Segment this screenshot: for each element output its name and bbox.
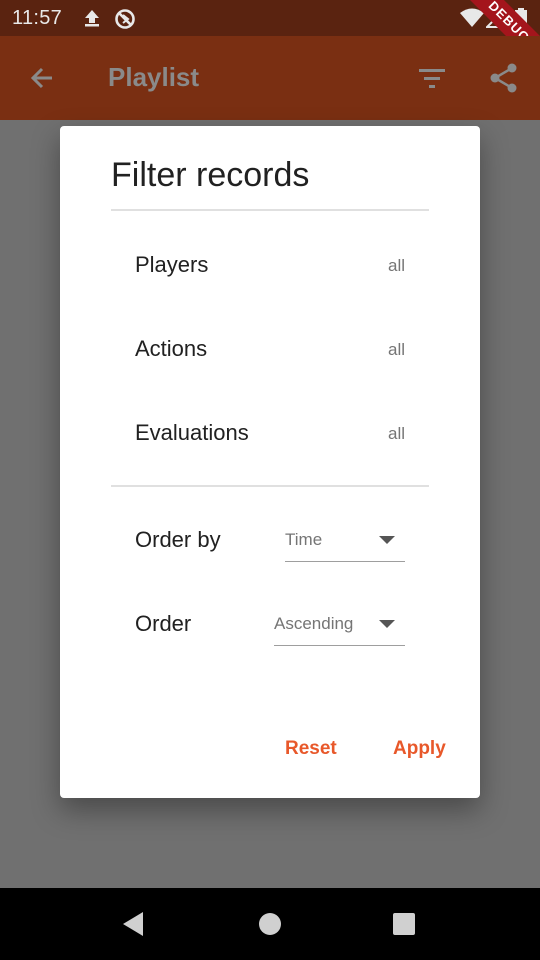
order-dropdown[interactable]: Ascending <box>274 608 405 646</box>
order-by-label: Order by <box>135 527 221 552</box>
filter-row-players[interactable]: Players all <box>135 244 405 284</box>
filter-value: all <box>387 256 405 275</box>
order-label: Order <box>135 611 192 636</box>
filter-row-actions[interactable]: Actions all <box>135 328 405 368</box>
recents-square-icon[interactable] <box>381 888 427 960</box>
home-circle-icon[interactable] <box>247 888 293 960</box>
apply-button[interactable]: Apply <box>393 738 446 760</box>
order-value: Ascending <box>274 614 354 633</box>
back-triangle-icon[interactable] <box>110 888 156 960</box>
order-by-value: Time <box>285 530 323 549</box>
order-by-dropdown[interactable]: Time <box>285 524 405 562</box>
app-title: Playlist <box>108 62 200 92</box>
filter-dialog: Filter records Players all Actions all E… <box>60 126 480 798</box>
navigation-bar <box>0 888 540 960</box>
filter-icon[interactable] <box>417 66 447 95</box>
filter-label: Players <box>135 252 209 277</box>
filter-value: all <box>387 424 405 443</box>
back-arrow-icon[interactable] <box>28 64 56 97</box>
reset-button[interactable]: Reset <box>285 738 337 760</box>
upload-icon <box>82 8 102 33</box>
filter-label: Actions <box>135 336 208 361</box>
share-icon[interactable] <box>488 62 520 99</box>
filter-value: all <box>387 340 405 359</box>
filter-row-evaluations[interactable]: Evaluations all <box>135 412 405 452</box>
status-bar: 11:57 DEBUG <box>0 0 540 77</box>
no-sync-icon <box>114 8 136 35</box>
dialog-title: Filter records <box>111 156 310 194</box>
wifi-icon <box>460 8 484 33</box>
divider <box>111 485 429 487</box>
filter-label: Evaluations <box>135 420 249 445</box>
status-time: 11:57 <box>12 7 63 29</box>
divider <box>111 209 429 211</box>
app-bar: Playlist <box>0 36 540 120</box>
chevron-down-icon <box>379 536 395 544</box>
chevron-down-icon <box>379 620 395 628</box>
